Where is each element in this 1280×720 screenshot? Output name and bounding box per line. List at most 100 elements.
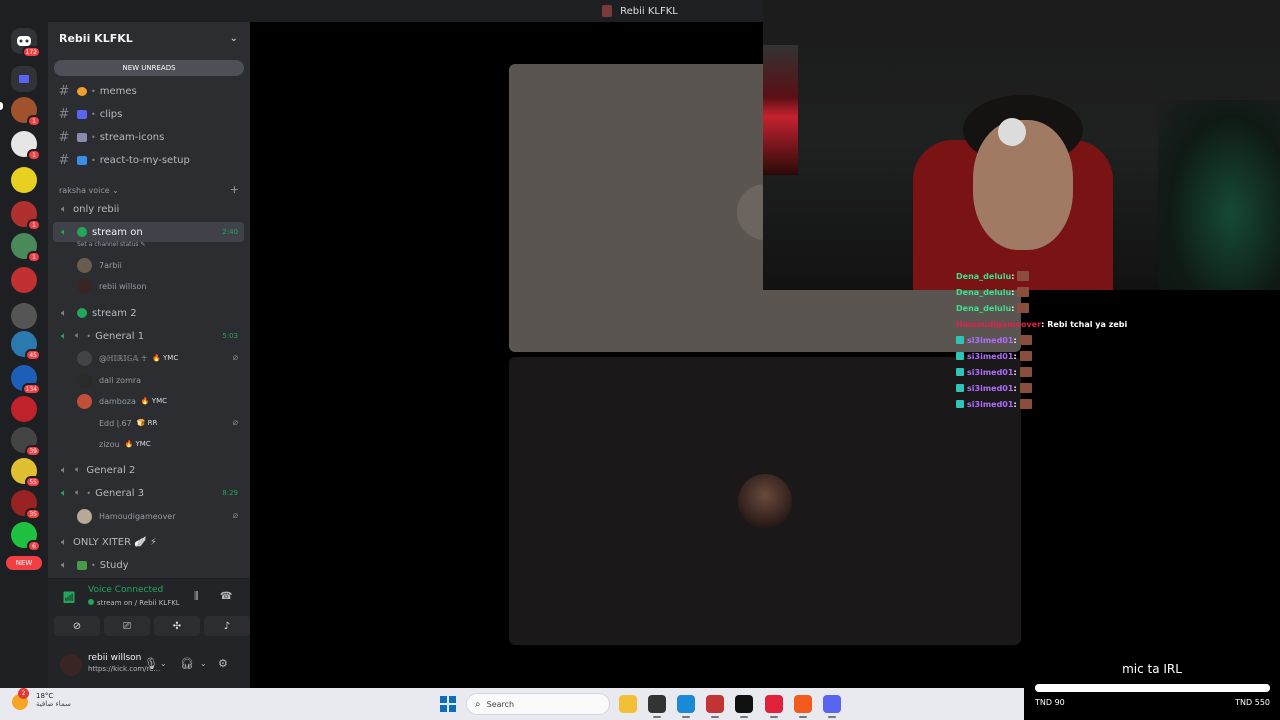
voice-user-name: Hamoudigameover — [99, 511, 176, 521]
voice-channel-general-3[interactable]: 🔈︎ 🔈︎ • General 3 8:29 — [53, 483, 244, 503]
new-unreads-pill[interactable]: NEW UNREADS — [54, 60, 244, 76]
speaker-icon: 🔈︎ — [61, 487, 67, 499]
add-channel-icon[interactable]: + — [230, 183, 239, 196]
channel-label: stream-icons — [99, 131, 165, 143]
signal-icon[interactable]: 📶︎ — [62, 591, 76, 604]
avatar[interactable] — [60, 654, 82, 676]
voice-user[interactable]: rebii willson — [77, 276, 242, 296]
voice-channel-stream-2[interactable]: 🔈︎ stream 2 — [53, 303, 244, 323]
channel-memes[interactable]: # • memes — [53, 81, 244, 101]
channel-react-to-my-setup[interactable]: # • react-to-my-setup — [53, 150, 244, 170]
participant-tile[interactable] — [509, 357, 1021, 645]
taskbar-search[interactable]: ⌕ Search — [466, 693, 610, 715]
activities-button[interactable]: ✣ — [154, 616, 200, 636]
avatar — [77, 350, 92, 366]
voice-user[interactable]: zizou 🔥 YMC — [77, 434, 242, 454]
avatar — [77, 372, 92, 388]
chevron-down-icon[interactable]: ⌄ — [200, 659, 207, 668]
user-tag: 🔥 YMC — [140, 397, 168, 405]
channel-label: Study — [99, 559, 129, 571]
voice-user[interactable]: 7arbii — [77, 255, 242, 275]
server-icon[interactable] — [11, 167, 37, 193]
server-icon[interactable]: 55 — [11, 458, 41, 488]
user-tag: 🔥 YMC — [152, 354, 179, 362]
voice-channel-study[interactable]: 🔈︎ • Study — [53, 555, 244, 575]
channel-stream-icons[interactable]: # • stream-icons — [53, 127, 244, 147]
voice-user[interactable]: Hamoudigameover ⌀ — [77, 506, 242, 526]
discord-icon[interactable] — [823, 695, 841, 718]
server-icon[interactable] — [11, 396, 37, 422]
hash-icon: # — [58, 106, 70, 122]
avatar — [77, 278, 92, 294]
guild-header[interactable]: Rebii KLFKL ⌄ — [48, 22, 250, 54]
voice-channel-general-2[interactable]: 🔈︎ 🔈︎ General 2 — [53, 460, 244, 480]
weather-widget[interactable]: 2 18°C سماء صافية — [12, 688, 71, 710]
avatar — [77, 508, 92, 524]
server-rail: 172 NEW 1 1 1 1 45 134 39 55 35 6 — [0, 22, 48, 688]
disconnect-icon[interactable]: ☎︎ — [220, 591, 232, 602]
weather-temp: 18°C — [36, 692, 54, 700]
server-unread-badge: 45 — [25, 349, 41, 361]
chat-badge-icon — [956, 384, 964, 392]
server-icon[interactable] — [11, 303, 37, 329]
microphone-icon[interactable]: 🎙︎ — [144, 657, 158, 670]
camera-off-button[interactable]: ⊘ — [54, 616, 100, 636]
chat-emote-icon — [1019, 399, 1032, 409]
server-icon[interactable]: 6 — [11, 522, 41, 552]
chevron-down-icon[interactable]: ⌄ — [160, 659, 167, 668]
direct-messages-folder[interactable] — [11, 66, 37, 92]
lamp — [763, 45, 798, 175]
capcut-icon[interactable] — [735, 695, 753, 718]
obs-icon[interactable] — [648, 695, 666, 718]
server-icon[interactable]: 39 — [11, 427, 41, 457]
start-button[interactable] — [440, 696, 456, 712]
gear-icon[interactable]: ⚙ — [218, 657, 228, 670]
voice-connected-subtitle[interactable]: stream on / Rebii KLFKL — [88, 599, 180, 607]
goal-progress-bar — [1035, 684, 1270, 692]
channel-timer: 8:29 — [222, 489, 238, 497]
soundboard-button[interactable]: ♪ — [204, 616, 250, 636]
edge-icon[interactable] — [677, 695, 695, 718]
hash-icon: # — [58, 152, 70, 168]
server-icon[interactable]: 45 — [11, 331, 41, 361]
file-explorer-icon[interactable] — [619, 695, 637, 713]
chat-emote-icon — [1019, 367, 1032, 377]
user-panel: rebii willson https://kick.com/re... 🎙︎ … — [48, 644, 250, 688]
channel-status[interactable]: Set a channel status ✎ — [77, 241, 145, 248]
voice-user[interactable]: dali zomra — [77, 370, 242, 390]
new-servers-badge[interactable]: NEW — [6, 556, 42, 570]
donation-goal-widget: mic ta IRL TND 90 TND 550 — [1024, 642, 1280, 720]
voicemeeter-icon[interactable] — [706, 695, 724, 718]
voice-channel-only-rebii[interactable]: 🔈︎ only rebii — [53, 199, 244, 219]
share-screen-button[interactable]: ⎚ — [104, 616, 150, 636]
voice-channel-general-1[interactable]: 🔈︎ 🔈︎ • General 1 5:03 — [53, 326, 244, 346]
voice-user[interactable]: damboza 🔥 YMC — [77, 391, 242, 411]
voice-user[interactable]: @ℍ𝕀ℝ𝕀𝔾𝔸 ☥ 🔥 YMC ⌀ — [77, 348, 242, 368]
voice-user-name: zizou — [99, 439, 120, 449]
channel-clips[interactable]: # • clips — [53, 104, 244, 124]
server-icon[interactable]: 134 — [11, 365, 41, 395]
server-icon[interactable]: 1 — [11, 233, 41, 263]
server-icon[interactable] — [11, 267, 37, 293]
brave-icon[interactable] — [794, 695, 812, 718]
avatar — [77, 415, 92, 431]
server-icon[interactable]: 1 — [11, 97, 41, 127]
chat-message: si3imed01 : — [956, 396, 1156, 412]
voice-channel-stream-on[interactable]: 🔈︎ stream on 2:40 — [53, 222, 244, 242]
server-icon[interactable]: 1 — [11, 131, 41, 161]
voice-user[interactable]: Edd ɭ.67 🍞 RR ⌀ — [77, 413, 242, 433]
server-unread-badge: 1 — [27, 251, 41, 263]
home-button[interactable]: 172 — [11, 28, 41, 58]
chevron-down-icon: ⌄ — [112, 186, 119, 195]
window-title: Rebii KLFKL — [620, 5, 678, 17]
chat-message: si3imed01 : — [956, 380, 1156, 396]
server-icon[interactable]: 35 — [11, 490, 41, 520]
voice-channel-only-xiter[interactable]: 🔈︎ ONLY XITER 🪽 ⚡ — [53, 532, 244, 552]
headphones-icon[interactable]: 🎧︎ — [180, 657, 194, 670]
category-raksha-voice[interactable]: raksha voice ⌄ + — [59, 183, 239, 196]
opera-icon[interactable] — [765, 695, 783, 718]
server-icon[interactable]: 1 — [11, 201, 41, 231]
chevron-down-icon: ⌄ — [229, 32, 238, 44]
chat-emote-icon — [1017, 271, 1030, 281]
noise-suppression-icon[interactable]: ⫼ — [194, 591, 199, 602]
